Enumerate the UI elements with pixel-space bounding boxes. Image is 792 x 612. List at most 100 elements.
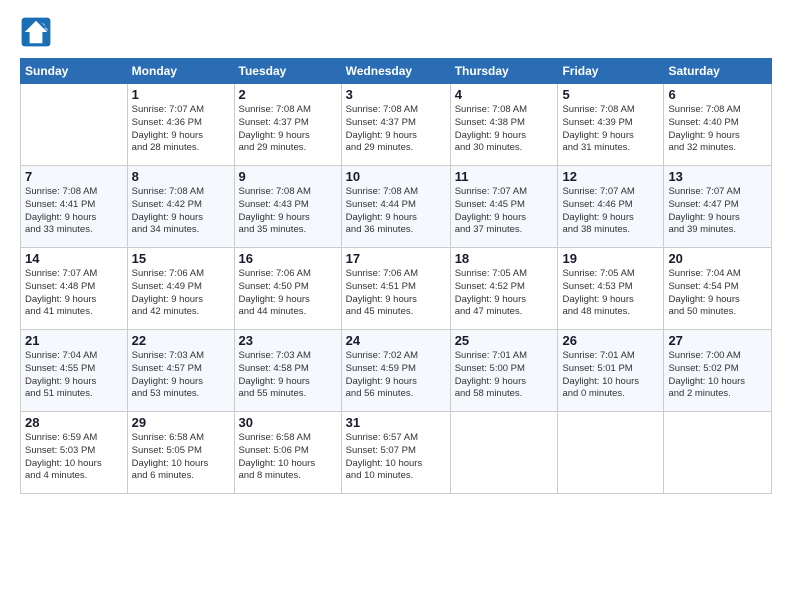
day-info: Sunrise: 7:05 AMSunset: 4:53 PMDaylight:…: [562, 268, 659, 319]
day-info: Sunrise: 7:01 AMSunset: 5:01 PMDaylight:…: [562, 350, 659, 401]
calendar-cell: 22Sunrise: 7:03 AMSunset: 4:57 PMDayligh…: [127, 330, 234, 412]
calendar-header-row: SundayMondayTuesdayWednesdayThursdayFrid…: [21, 59, 772, 84]
day-info: Sunrise: 7:07 AMSunset: 4:48 PMDaylight:…: [25, 268, 123, 319]
calendar-cell: 21 Sunrise: 7:04 AMSunset: 4:55 PMDayligh…: [21, 330, 128, 412]
calendar-cell: 26 Sunrise: 7:01 AMSunset: 5:01 PMDayligh…: [558, 330, 664, 412]
day-info: Sunrise: 6:59 AMSunset: 5:03 PMDaylight:…: [25, 432, 123, 483]
day-number: 11: [455, 169, 554, 184]
calendar-header-wednesday: Wednesday: [341, 59, 450, 84]
calendar-cell: 30 Sunrise: 6:58 AMSunset: 5:06 PMDayligh…: [234, 412, 341, 494]
day-info: Sunrise: 6:58 AMSunset: 5:05 PMDaylight:…: [132, 432, 230, 483]
calendar-cell: 25 Sunrise: 7:01 AMSunset: 5:00 PMDayligh…: [450, 330, 558, 412]
calendar-header-saturday: Saturday: [664, 59, 772, 84]
day-number: 26: [562, 333, 659, 348]
day-info: Sunrise: 7:07 AMSunset: 4:36 PMDaylight:…: [132, 104, 230, 155]
day-info: Sunrise: 7:08 AMSunset: 4:38 PMDaylight:…: [455, 104, 554, 155]
day-info: Sunrise: 6:58 AMSunset: 5:06 PMDaylight:…: [239, 432, 337, 483]
day-number: 28: [25, 415, 123, 430]
day-number: 27: [668, 333, 767, 348]
calendar-cell: 11 Sunrise: 7:07 AMSunset: 4:45 PMDayligh…: [450, 166, 558, 248]
day-info: Sunrise: 7:08 AMSunset: 4:39 PMDaylight:…: [562, 104, 659, 155]
day-info: Sunrise: 7:07 AMSunset: 4:46 PMDaylight:…: [562, 186, 659, 237]
calendar-cell: 12 Sunrise: 7:07 AMSunset: 4:46 PMDayligh…: [558, 166, 664, 248]
calendar-cell: 1 Sunrise: 7:07 AMSunset: 4:36 PMDaylight…: [127, 84, 234, 166]
calendar-cell: 23 Sunrise: 7:03 AMSunset: 4:58 PMDayligh…: [234, 330, 341, 412]
calendar-week-3: 14 Sunrise: 7:07 AMSunset: 4:48 PMDayligh…: [21, 248, 772, 330]
day-number: 24: [346, 333, 446, 348]
day-number: 18: [455, 251, 554, 266]
logo-icon: [20, 16, 52, 48]
day-info: Sunrise: 7:07 AMSunset: 4:47 PMDaylight:…: [668, 186, 767, 237]
day-info: Sunrise: 7:03 AMSunset: 4:58 PMDaylight:…: [239, 350, 337, 401]
day-number: 1: [132, 87, 230, 102]
calendar-cell: 10 Sunrise: 7:08 AMSunset: 4:44 PMDayligh…: [341, 166, 450, 248]
day-number: 13: [668, 169, 767, 184]
day-number: 10: [346, 169, 446, 184]
calendar-cell: 29 Sunrise: 6:58 AMSunset: 5:05 PMDayligh…: [127, 412, 234, 494]
calendar-header-thursday: Thursday: [450, 59, 558, 84]
calendar-week-2: 7Sunrise: 7:08 AMSunset: 4:41 PMDaylight…: [21, 166, 772, 248]
calendar-cell: 17 Sunrise: 7:06 AMSunset: 4:51 PMDayligh…: [341, 248, 450, 330]
day-info: Sunrise: 7:06 AMSunset: 4:51 PMDaylight:…: [346, 268, 446, 319]
day-number: 31: [346, 415, 446, 430]
day-number: 14: [25, 251, 123, 266]
day-number: 30: [239, 415, 337, 430]
day-number: 7: [25, 169, 123, 184]
day-number: 8: [132, 169, 230, 184]
day-info: Sunrise: 7:05 AMSunset: 4:52 PMDaylight:…: [455, 268, 554, 319]
day-info: Sunrise: 7:04 AMSunset: 4:55 PMDaylight:…: [25, 350, 123, 401]
day-number: 19: [562, 251, 659, 266]
logo: [20, 16, 56, 48]
calendar-cell: 16Sunrise: 7:06 AMSunset: 4:50 PMDayligh…: [234, 248, 341, 330]
day-info: Sunrise: 7:04 AMSunset: 4:54 PMDaylight:…: [668, 268, 767, 319]
day-info: Sunrise: 7:03 AMSunset: 4:57 PMDaylight:…: [132, 350, 230, 401]
day-number: 6: [668, 87, 767, 102]
calendar-cell: 13 Sunrise: 7:07 AMSunset: 4:47 PMDayligh…: [664, 166, 772, 248]
day-number: 4: [455, 87, 554, 102]
page: SundayMondayTuesdayWednesdayThursdayFrid…: [0, 0, 792, 612]
calendar-cell: 3 Sunrise: 7:08 AMSunset: 4:37 PMDaylight…: [341, 84, 450, 166]
day-info: Sunrise: 7:08 AMSunset: 4:44 PMDaylight:…: [346, 186, 446, 237]
day-info: Sunrise: 7:07 AMSunset: 4:45 PMDaylight:…: [455, 186, 554, 237]
calendar-week-4: 21 Sunrise: 7:04 AMSunset: 4:55 PMDayligh…: [21, 330, 772, 412]
calendar-cell: [450, 412, 558, 494]
calendar-header-sunday: Sunday: [21, 59, 128, 84]
calendar-cell: 27 Sunrise: 7:00 AMSunset: 5:02 PMDayligh…: [664, 330, 772, 412]
day-info: Sunrise: 7:06 AMSunset: 4:50 PMDaylight:…: [239, 268, 337, 319]
day-number: 29: [132, 415, 230, 430]
day-number: 15: [132, 251, 230, 266]
day-number: 17: [346, 251, 446, 266]
calendar-header-tuesday: Tuesday: [234, 59, 341, 84]
calendar-cell: 7Sunrise: 7:08 AMSunset: 4:41 PMDaylight…: [21, 166, 128, 248]
day-number: 25: [455, 333, 554, 348]
day-info: Sunrise: 7:06 AMSunset: 4:49 PMDaylight:…: [132, 268, 230, 319]
day-info: Sunrise: 7:08 AMSunset: 4:43 PMDaylight:…: [239, 186, 337, 237]
header: [20, 16, 772, 48]
day-info: Sunrise: 7:02 AMSunset: 4:59 PMDaylight:…: [346, 350, 446, 401]
day-number: 20: [668, 251, 767, 266]
calendar-cell: 20 Sunrise: 7:04 AMSunset: 4:54 PMDayligh…: [664, 248, 772, 330]
calendar-cell: 14 Sunrise: 7:07 AMSunset: 4:48 PMDayligh…: [21, 248, 128, 330]
calendar-cell: 18 Sunrise: 7:05 AMSunset: 4:52 PMDayligh…: [450, 248, 558, 330]
calendar-cell: 28 Sunrise: 6:59 AMSunset: 5:03 PMDayligh…: [21, 412, 128, 494]
calendar-cell: [664, 412, 772, 494]
day-info: Sunrise: 7:00 AMSunset: 5:02 PMDaylight:…: [668, 350, 767, 401]
calendar-cell: [558, 412, 664, 494]
day-number: 3: [346, 87, 446, 102]
calendar-cell: 5 Sunrise: 7:08 AMSunset: 4:39 PMDaylight…: [558, 84, 664, 166]
calendar-cell: 8 Sunrise: 7:08 AMSunset: 4:42 PMDaylight…: [127, 166, 234, 248]
day-info: Sunrise: 6:57 AMSunset: 5:07 PMDaylight:…: [346, 432, 446, 483]
calendar-cell: 19 Sunrise: 7:05 AMSunset: 4:53 PMDayligh…: [558, 248, 664, 330]
calendar-cell: 4 Sunrise: 7:08 AMSunset: 4:38 PMDaylight…: [450, 84, 558, 166]
calendar-cell: 15 Sunrise: 7:06 AMSunset: 4:49 PMDayligh…: [127, 248, 234, 330]
calendar-cell: 24 Sunrise: 7:02 AMSunset: 4:59 PMDayligh…: [341, 330, 450, 412]
day-number: 12: [562, 169, 659, 184]
day-number: 23: [239, 333, 337, 348]
calendar-header-monday: Monday: [127, 59, 234, 84]
day-number: 21: [25, 333, 123, 348]
day-info: Sunrise: 7:08 AMSunset: 4:42 PMDaylight:…: [132, 186, 230, 237]
day-info: Sunrise: 7:01 AMSunset: 5:00 PMDaylight:…: [455, 350, 554, 401]
day-info: Sunrise: 7:08 AMSunset: 4:37 PMDaylight:…: [346, 104, 446, 155]
day-number: 9: [239, 169, 337, 184]
day-number: 5: [562, 87, 659, 102]
